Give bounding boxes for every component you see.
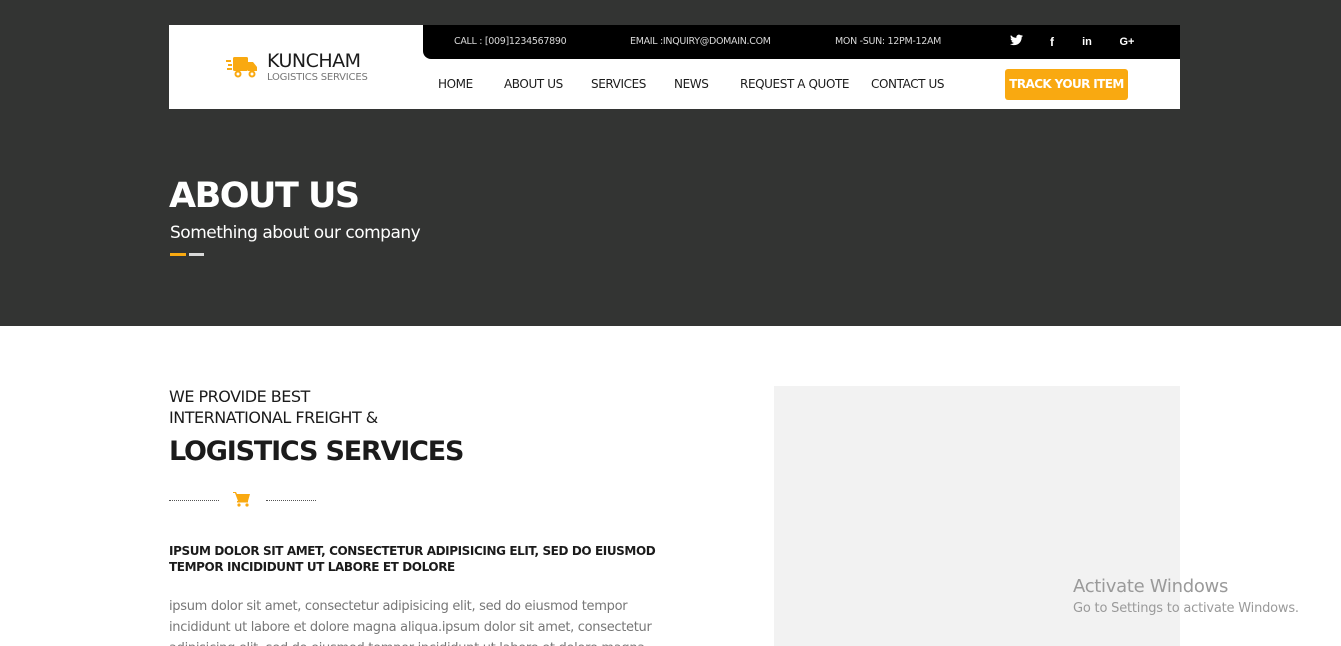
main-nav: HOME ABOUT US SERVICES NEWS REQUEST A QU… xyxy=(423,59,1180,109)
brand-tagline: LOGISTICS SERVICES xyxy=(267,72,368,83)
dotted-divider-right xyxy=(266,500,316,501)
accent-divider xyxy=(170,253,186,256)
brand-name: KUNCHAM xyxy=(267,50,361,72)
twitter-icon[interactable] xyxy=(1008,34,1024,50)
page-title: ABOUT US xyxy=(169,176,360,216)
page-subtitle: Something about our company xyxy=(170,223,421,243)
intro-line-1: WE PROVIDE BEST xyxy=(169,387,310,406)
dotted-divider-left xyxy=(169,500,219,501)
linkedin-icon[interactable]: in xyxy=(1079,34,1095,50)
activate-windows-subtitle: Go to Settings to activate Windows. xyxy=(1073,601,1299,616)
nav-contact-us[interactable]: CONTACT US xyxy=(871,77,945,91)
intro-body-text: ipsum dolor sit amet, consectetur adipis… xyxy=(169,599,652,646)
shopping-cart-icon xyxy=(233,492,250,507)
nav-request-a-quote[interactable]: REQUEST A QUOTE xyxy=(740,77,850,91)
track-your-item-button[interactable]: TRACK YOUR ITEM xyxy=(1005,69,1128,100)
nav-about-us[interactable]: ABOUT US xyxy=(504,77,563,91)
call-info: CALL : [009]1234567890 xyxy=(454,36,567,47)
intro-line-2: INTERNATIONAL FREIGHT & xyxy=(169,408,378,427)
email-info: EMAIL :INQUIRY@DOMAIN.COM xyxy=(630,36,771,47)
google-plus-icon[interactable]: G+ xyxy=(1117,34,1137,50)
intro-heading: LOGISTICS SERVICES xyxy=(169,436,464,467)
logo[interactable]: KUNCHAM LOGISTICS SERVICES xyxy=(169,25,423,109)
top-info-bar: CALL : [009]1234567890 EMAIL :INQUIRY@DO… xyxy=(423,25,1180,59)
nav-services[interactable]: SERVICES xyxy=(591,77,646,91)
truck-icon xyxy=(226,57,257,78)
hours-info: MON -SUN: 12PM-12AM xyxy=(835,36,942,47)
site-header: KUNCHAM LOGISTICS SERVICES CALL : [009]1… xyxy=(169,25,1180,109)
facebook-icon[interactable]: f xyxy=(1044,34,1060,50)
intro-bold-text: IPSUM DOLOR SIT AMET, CONSECTETUR ADIPIS… xyxy=(169,544,656,574)
activate-windows-title: Activate Windows xyxy=(1073,576,1229,597)
accent-divider-secondary xyxy=(189,253,204,256)
nav-home[interactable]: HOME xyxy=(438,77,473,91)
nav-news[interactable]: NEWS xyxy=(674,77,709,91)
